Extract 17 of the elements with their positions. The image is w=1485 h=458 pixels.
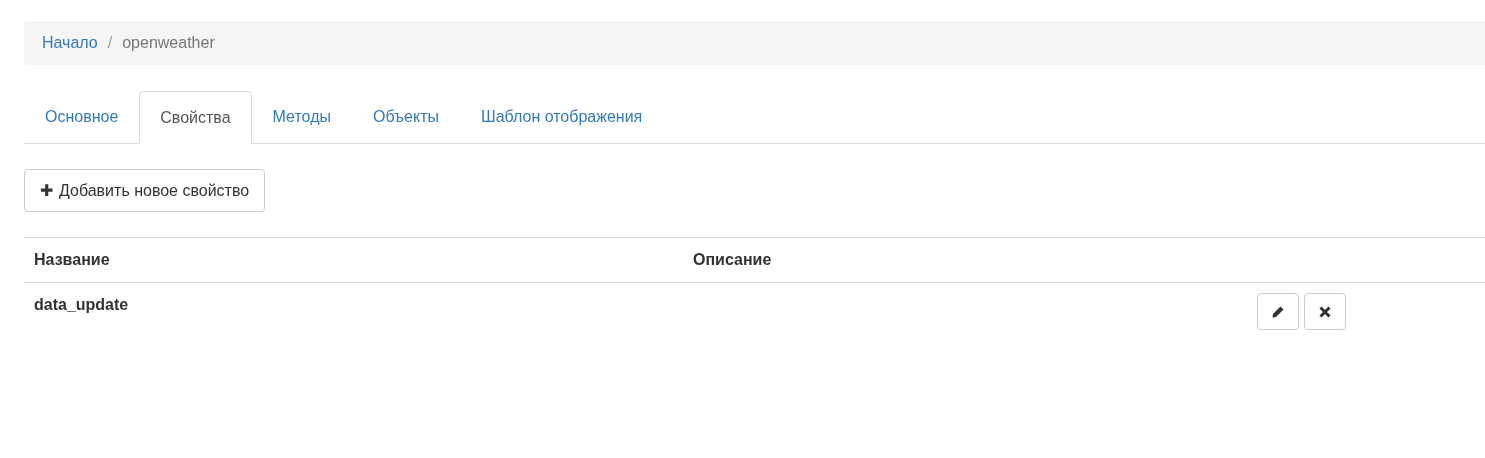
tab[interactable]: Методы (251, 91, 352, 143)
add-property-button[interactable]: ✚ Добавить новое свойство (24, 169, 266, 212)
tab[interactable]: Объекты (352, 91, 460, 143)
delete-button[interactable] (1304, 293, 1346, 330)
breadcrumb-link[interactable]: Начало (42, 34, 98, 52)
plus-icon: ✚ (40, 181, 53, 200)
table-cell: data_update (34, 296, 129, 313)
close-icon (1319, 305, 1331, 318)
edit-button[interactable] (1257, 293, 1299, 330)
column-header: Название (33, 250, 111, 270)
tab[interactable]: Свойства (139, 91, 252, 144)
tab[interactable]: Шаблон отображения (459, 91, 664, 143)
breadcrumb-current: openweather (122, 34, 215, 52)
tab[interactable]: Основное (24, 91, 140, 143)
column-header: Описание (692, 250, 773, 270)
pencil-icon (1271, 304, 1285, 319)
breadcrumb-separator: / (107, 34, 113, 52)
